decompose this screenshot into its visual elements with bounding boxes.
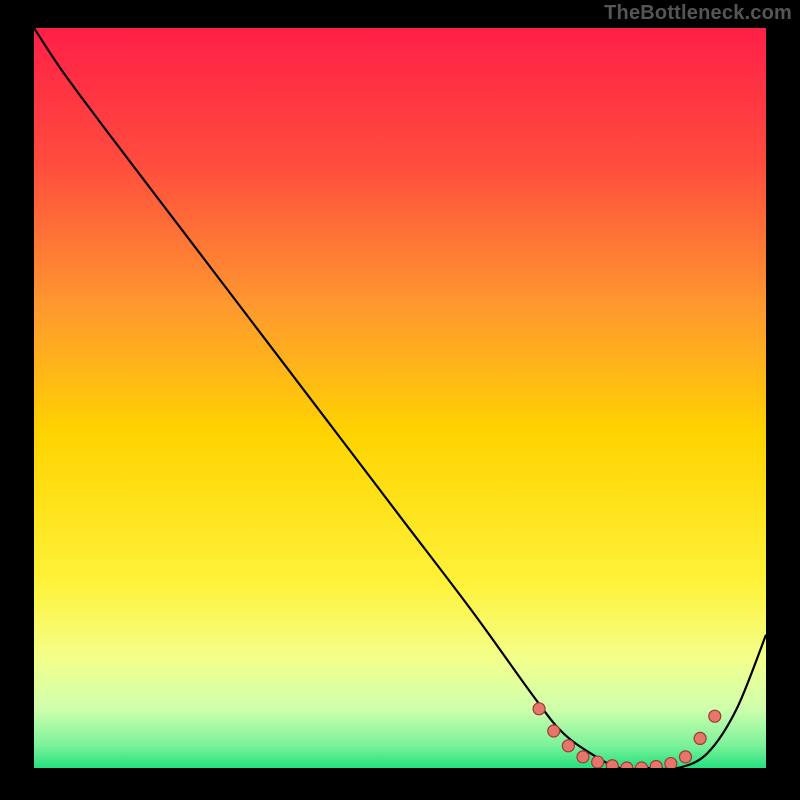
marker-dot [606,760,618,768]
marker-dot [694,732,706,744]
chart-stage: TheBottleneck.com [0,0,800,800]
marker-dot [548,725,560,737]
marker-dot [679,751,691,763]
marker-dot [665,758,677,768]
marker-dot [562,740,574,752]
marker-dot [533,703,545,715]
marker-dot [592,756,604,768]
marker-dot [650,761,662,768]
marker-dot [709,710,721,722]
marker-dot [577,751,589,763]
bottleneck-chart [34,28,766,768]
attribution-label: TheBottleneck.com [604,2,792,25]
gradient-background [34,28,766,768]
